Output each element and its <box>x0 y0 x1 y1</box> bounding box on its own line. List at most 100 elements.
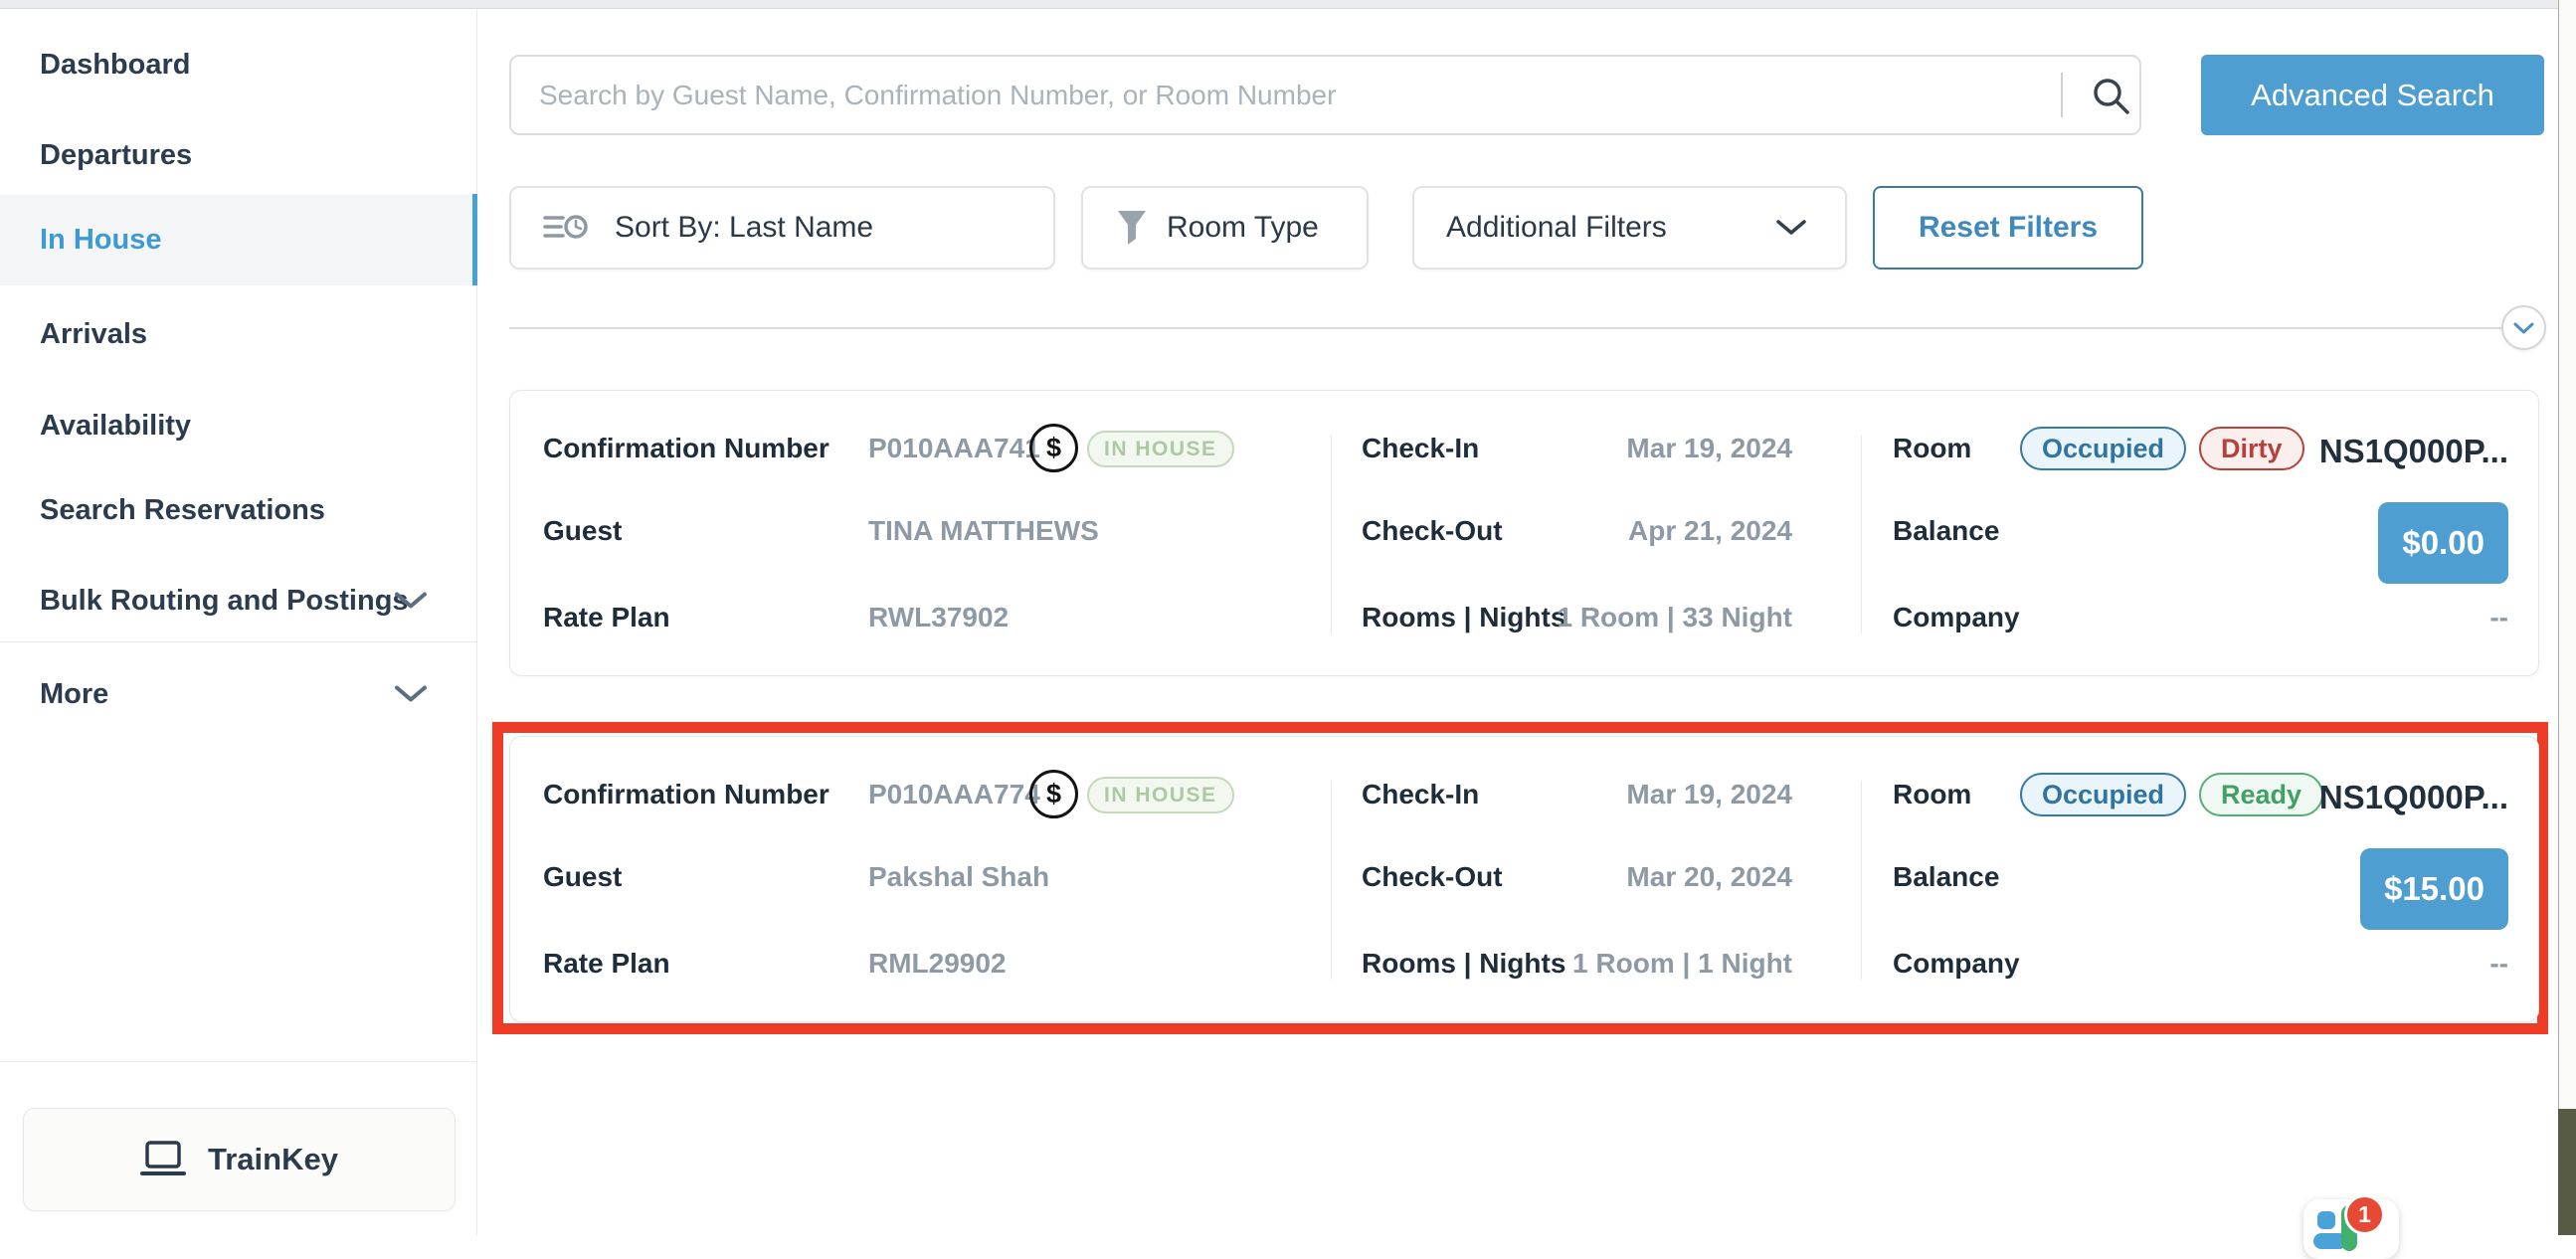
dollar-circle-icon[interactable]: $ <box>1029 424 1078 472</box>
check-out-label: Check-Out <box>1362 512 1503 550</box>
trainkey-label: TrainKey <box>208 1142 338 1177</box>
chevron-down-icon <box>2513 322 2534 334</box>
right-window-edge <box>2558 0 2576 1235</box>
reservation-card[interactable]: Confirmation Number P010AAA774 $ IN HOUS… <box>509 736 2539 1022</box>
rate-plan-value: RWL37902 <box>868 599 1009 636</box>
housekeeping-status-pill: Ready <box>2199 773 2323 816</box>
guest-value: TINA MATTHEWS <box>868 512 1099 550</box>
guest-value: Pakshal Shah <box>868 858 1049 896</box>
confirmation-number-value: P010AAA774 <box>868 776 1040 813</box>
company-value: -- <box>2489 945 2508 983</box>
room-label: Room <box>1893 776 1971 813</box>
rate-plan-label: Rate Plan <box>543 945 670 983</box>
dollar-glyph: $ <box>1046 433 1061 463</box>
sidebar-item-more[interactable]: More <box>0 672 477 716</box>
check-out-value: Apr 21, 2024 <box>1628 512 1792 550</box>
sidebar-item-availability[interactable]: Availability <box>0 404 477 448</box>
sidebar-item-label: Availability <box>40 410 191 443</box>
additional-filters-label: Additional Filters <box>1446 211 1667 245</box>
check-in-label: Check-In <box>1362 430 1479 467</box>
chevron-down-icon <box>394 685 428 704</box>
sidebar-item-label: Dashboard <box>40 49 190 82</box>
sort-by-dropdown[interactable]: Sort By: Last Name <box>509 186 1055 270</box>
card-column-divider <box>1861 435 1862 633</box>
company-label: Company <box>1893 599 2020 636</box>
confirmation-number-value: P010AAA741 <box>868 430 1040 467</box>
balance-label: Balance <box>1893 858 1999 896</box>
company-label: Company <box>1893 945 2020 983</box>
rate-plan-value: RML29902 <box>868 945 1007 983</box>
advanced-search-button[interactable]: Advanced Search <box>2201 55 2544 135</box>
sidebar-item-label: In House <box>40 224 161 257</box>
in-house-status-badge: IN HOUSE <box>1087 431 1234 467</box>
sidebar-item-search-reservations[interactable]: Search Reservations <box>0 488 477 532</box>
confirmation-number-label: Confirmation Number <box>543 430 829 467</box>
balance-button[interactable]: $0.00 <box>2378 502 2508 584</box>
sidebar-item-label: Search Reservations <box>40 494 325 527</box>
sidebar-item-label: Arrivals <box>40 318 147 351</box>
balance-label: Balance <box>1893 512 1999 550</box>
collapse-list-button[interactable] <box>2501 305 2546 350</box>
room-number-value: NS1Q000P... <box>2319 430 2508 473</box>
chevron-down-icon <box>394 592 428 611</box>
occupied-status-pill: Occupied <box>2020 773 2186 816</box>
sidebar-item-label: Bulk Routing and Postings <box>40 585 409 618</box>
room-number-value: NS1Q000P... <box>2319 776 2508 819</box>
card-column-divider <box>1861 781 1862 980</box>
sidebar: Dashboard Departures In House Arrivals A… <box>0 9 477 1235</box>
sidebar-divider <box>0 641 477 642</box>
chevron-down-icon <box>1775 219 1807 237</box>
search-input[interactable] <box>509 55 2141 135</box>
laptop-icon <box>140 1140 186 1179</box>
additional-filters-dropdown[interactable]: Additional Filters <box>1412 186 1847 270</box>
sidebar-item-arrivals[interactable]: Arrivals <box>0 312 477 356</box>
occupied-status-pill: Occupied <box>2020 427 2186 470</box>
rooms-nights-value: 1 Room | 1 Night <box>1572 945 1792 983</box>
room-status-pills: Occupied Dirty <box>2020 427 2304 470</box>
sidebar-item-label: More <box>40 678 108 711</box>
check-in-label: Check-In <box>1362 776 1479 813</box>
card-column-divider <box>1331 781 1332 980</box>
reset-filters-button[interactable]: Reset Filters <box>1873 186 2143 270</box>
sidebar-item-label: Departures <box>40 139 192 172</box>
card-column-divider <box>1331 435 1332 633</box>
dollar-circle-icon[interactable]: $ <box>1029 770 1078 818</box>
room-status-pills: Occupied Ready <box>2020 773 2323 816</box>
sidebar-item-bulk-routing-and-postings[interactable]: Bulk Routing and Postings <box>0 579 477 623</box>
housekeeping-status-pill: Dirty <box>2199 427 2304 470</box>
sidebar-item-dashboard[interactable]: Dashboard <box>0 43 477 87</box>
search-input-divider <box>2061 73 2063 117</box>
room-type-label: Room Type <box>1167 211 1319 245</box>
sidebar-bottom-divider <box>0 1061 477 1062</box>
top-window-edge <box>0 0 2576 9</box>
app-root: Dashboard Departures In House Arrivals A… <box>0 0 2576 1235</box>
in-house-status-badge: IN HOUSE <box>1087 777 1234 813</box>
list-divider <box>509 327 2502 329</box>
notification-badge: 1 <box>2344 1194 2385 1235</box>
sort-by-label: Sort By: Last Name <box>615 211 873 245</box>
right-window-edge-bottom <box>2558 1109 2576 1235</box>
sidebar-item-in-house[interactable]: In House <box>0 194 477 285</box>
check-in-value: Mar 19, 2024 <box>1626 776 1792 813</box>
balance-button[interactable]: $15.00 <box>2360 848 2508 930</box>
check-out-value: Mar 20, 2024 <box>1626 858 1792 896</box>
funnel-icon <box>1115 208 1149 248</box>
reservation-card[interactable]: Confirmation Number P010AAA741 $ IN HOUS… <box>509 390 2539 676</box>
sidebar-item-departures[interactable]: Departures <box>0 133 477 177</box>
trainkey-button[interactable]: TrainKey <box>23 1108 456 1211</box>
check-in-value: Mar 19, 2024 <box>1626 430 1792 467</box>
guest-label: Guest <box>543 512 622 550</box>
rate-plan-label: Rate Plan <box>543 599 670 636</box>
company-value: -- <box>2489 599 2508 636</box>
search-icon[interactable] <box>2089 74 2132 117</box>
room-label: Room <box>1893 430 1971 467</box>
rooms-nights-label: Rooms | Nights <box>1362 945 1565 983</box>
rooms-nights-label: Rooms | Nights <box>1362 599 1565 636</box>
rooms-nights-value: 1 Room | 33 Night <box>1557 599 1792 636</box>
check-out-label: Check-Out <box>1362 858 1503 896</box>
guest-label: Guest <box>543 858 622 896</box>
dollar-glyph: $ <box>1046 779 1061 809</box>
room-type-dropdown[interactable]: Room Type <box>1081 186 1369 270</box>
chat-glyph-blue-dot <box>2317 1211 2335 1229</box>
sort-clock-icon <box>543 210 589 246</box>
